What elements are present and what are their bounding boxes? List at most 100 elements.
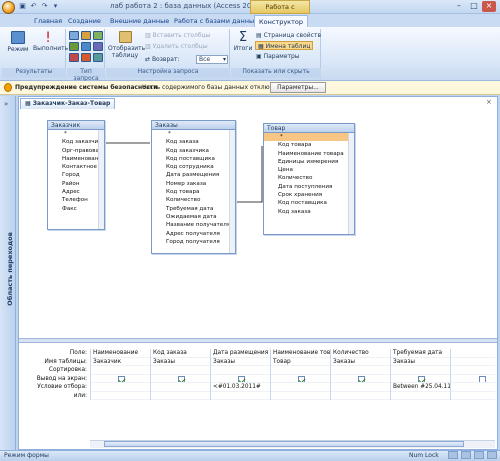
select-query-icon[interactable] [69,31,79,40]
table-cell[interactable] [451,358,495,366]
expand-nav-icon[interactable]: » [4,100,8,108]
table-cell[interactable]: Товар [271,358,330,366]
pane-splitter[interactable] [19,338,497,343]
criteria-cell[interactable] [271,383,330,392]
field-item[interactable]: Телефон [48,196,104,204]
criteria-cell[interactable]: Between #25.04.11# [391,383,450,392]
field-cell[interactable]: Наименование това [271,349,330,358]
sort-cell[interactable] [91,366,150,375]
field-cell[interactable]: Дата размещения [211,349,270,358]
field-cell[interactable]: Количество [331,349,390,358]
or-cell[interactable] [391,392,450,400]
redo-icon[interactable]: ↷ [40,2,49,11]
show-checkbox[interactable] [238,375,245,383]
show-checkbox[interactable] [118,375,125,383]
show-checkbox[interactable] [358,375,365,383]
undo-icon[interactable]: ↶ [29,2,38,11]
make-table-icon[interactable] [81,31,91,40]
delete-columns-button[interactable]: ▥ Удалить столбцы [145,42,208,51]
grid-column[interactable] [450,349,495,400]
table-cell[interactable]: Заказы [331,358,390,366]
tab-external-data[interactable]: Внешние данные [106,15,173,27]
field-item[interactable]: Код заказчика [48,138,104,146]
or-cell[interactable] [91,392,150,400]
pivot-table-view-icon[interactable] [461,451,471,459]
field-item[interactable]: Код заказчика [152,147,235,155]
field-cell[interactable] [451,349,495,358]
field-item[interactable]: Город [48,171,104,179]
or-cell[interactable] [271,392,330,400]
tab-create[interactable]: Создание [64,15,105,27]
tab-design[interactable]: Конструктор [254,15,308,27]
security-options-button[interactable]: Параметры... [270,82,326,93]
field-all[interactable]: * [48,130,104,138]
grid-column[interactable]: Наименование Заказчик [90,349,150,400]
field-item[interactable]: Код сотрудника [152,163,235,171]
sort-cell[interactable] [331,366,390,375]
field-item[interactable]: Адрес [48,188,104,196]
field-cell[interactable]: Код заказа [151,349,210,358]
table-cell[interactable]: Заказы [391,358,450,366]
field-list-customer[interactable]: Заказчик * Код заказчика Орг-правовая фо… [47,120,105,230]
field-all[interactable]: * [264,133,354,142]
field-list-product[interactable]: Товар * Код товара Наименование товара Е… [263,123,355,235]
field-cell[interactable]: Требуемая дата [391,349,450,358]
field-item[interactable]: Код поставщика [264,199,354,207]
close-button[interactable]: × [482,1,496,12]
field-list-title[interactable]: Заказы [152,121,235,130]
field-item[interactable]: Орг-правовая форма [48,147,104,155]
field-item[interactable]: Код поставщика [152,155,235,163]
show-checkbox[interactable] [418,375,425,383]
view-mode-button[interactable]: Режим [5,31,31,53]
field-item[interactable]: Код товара [152,188,235,196]
delete-icon[interactable] [81,53,91,62]
field-item[interactable]: Наименование [48,155,104,163]
maximize-button[interactable]: □ [467,1,481,12]
field-item[interactable]: Требуемая дата [152,205,235,213]
sort-cell[interactable] [451,366,495,375]
field-item[interactable]: Дата размещения [152,171,235,179]
scrollbar-thumb[interactable] [104,441,464,447]
criteria-cell[interactable] [91,383,150,392]
close-document-icon[interactable]: × [486,98,492,106]
grid-column[interactable]: Требуемая дата Заказы Between #25.04.11# [390,349,450,400]
show-table-button[interactable]: Отобразить таблицу [108,31,145,59]
field-item[interactable]: Факс [48,205,104,213]
table-cell[interactable]: Заказы [151,358,210,366]
field-item[interactable]: Адрес получателя [152,230,235,238]
minimize-button[interactable]: – [452,1,466,12]
or-cell[interactable] [211,392,270,400]
field-list-title[interactable]: Заказчик [48,121,104,130]
run-button[interactable]: ! Выполнить [33,31,68,52]
save-icon[interactable]: ▣ [18,2,27,11]
show-checkbox[interactable] [298,375,305,383]
or-cell[interactable] [151,392,210,400]
field-item[interactable]: Город получателя [152,238,235,246]
append-icon[interactable] [69,42,79,51]
grid-column[interactable]: Количество Заказы [330,349,390,400]
parameters-button[interactable]: ▣ Параметры [256,52,300,61]
field-item[interactable]: Код товара [264,141,354,149]
field-list-scrollbar[interactable] [98,130,104,229]
field-cell[interactable]: Наименование [91,349,150,358]
datasheet-view-icon[interactable] [448,451,458,459]
field-item[interactable]: Код заказа [152,138,235,146]
field-item[interactable]: Контактное лицо [48,163,104,171]
show-checkbox[interactable] [178,375,185,383]
sort-cell[interactable] [391,366,450,375]
criteria-cell[interactable] [451,383,495,392]
data-definition-icon[interactable] [93,42,103,51]
design-view-icon[interactable] [487,451,497,459]
field-item[interactable]: Дата поступления [264,183,354,191]
field-item[interactable]: Количество [264,174,354,182]
sort-cell[interactable] [211,366,270,375]
field-list-orders[interactable]: Заказы * Код заказа Код заказчика Код по… [151,120,236,254]
field-item[interactable]: Цена [264,166,354,174]
grid-column[interactable]: Дата размещения Заказы <#01.03.2011# [210,349,270,400]
tab-database-tools[interactable]: Работа с базами данных [170,15,262,27]
field-item[interactable]: Ожидаемая дата [152,213,235,221]
grid-column[interactable]: Наименование това Товар [270,349,330,400]
show-checkbox[interactable] [479,375,486,383]
crosstab-icon[interactable] [93,53,103,62]
update-icon[interactable] [69,53,79,62]
